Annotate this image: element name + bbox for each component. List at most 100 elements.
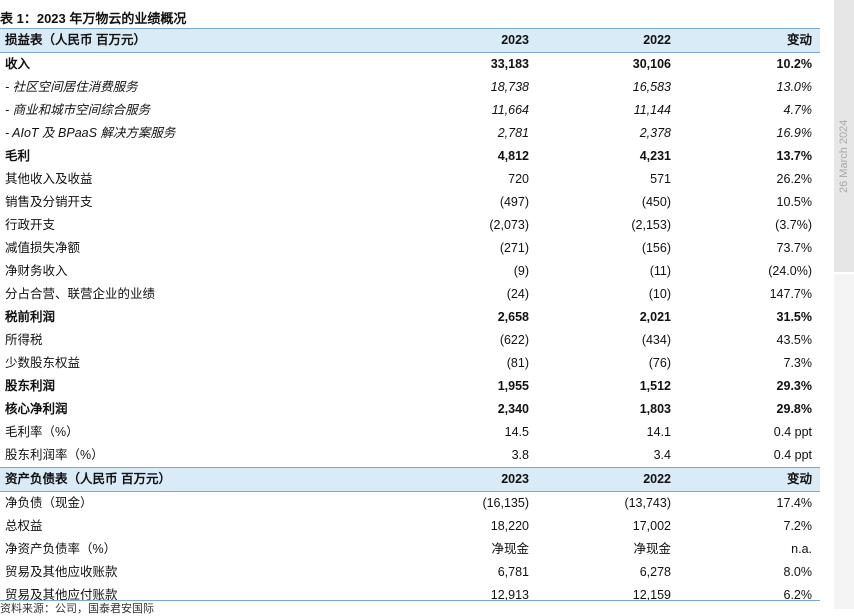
value-change: 29.3% <box>776 379 812 393</box>
value-change: 0.4 ppt <box>773 425 812 439</box>
table-row: 行政开支 (2,073) (2,153) (3.7%) <box>0 214 820 237</box>
row-label: 毛利 <box>5 149 31 163</box>
value-2023: 2,658 <box>497 310 529 324</box>
row-label: 税前利润 <box>5 310 56 324</box>
row-label: - 商业和城市空间综合服务 <box>5 103 151 117</box>
value-2022: 6,278 <box>639 565 671 579</box>
source-note: 资料来源：公司，国泰君安国际 <box>0 603 154 615</box>
value-2023: 14.5 <box>504 425 529 439</box>
income-header-row: 损益表（人民币 百万元） 2023 2022 变动 <box>0 28 820 53</box>
value-2022: 1,512 <box>639 379 671 393</box>
row-label: 其他收入及收益 <box>5 172 93 186</box>
side-panel-lower <box>834 272 854 609</box>
value-2022: 净现金 <box>633 542 671 556</box>
value-change: 29.8% <box>776 402 812 416</box>
table-row: 核心净利润 2,340 1,803 29.8% <box>0 398 820 421</box>
value-2023: 1,955 <box>497 379 529 393</box>
row-label: - AIoT 及 BPaaS 解决方案服务 <box>5 126 176 140</box>
value-change: 4.7% <box>783 103 813 117</box>
table-row: 股东利润率（%） 3.8 3.4 0.4 ppt <box>0 444 820 467</box>
results-table: 损益表（人民币 百万元） 2023 2022 变动 收入 33,183 30,106… <box>0 28 820 607</box>
value-2023: 720 <box>508 172 529 186</box>
value-2023: 18,220 <box>490 519 529 533</box>
balance-header-2023: 2023 <box>501 472 529 486</box>
value-2023: (16,135) <box>482 496 529 510</box>
value-change: 31.5% <box>776 310 812 324</box>
table-row: 分占合营、联营企业的业绩 (24) (10) 147.7% <box>0 283 820 306</box>
row-label: 股东利润率（%） <box>5 448 104 462</box>
value-2023: 6,781 <box>497 565 529 579</box>
income-body: 收入 33,183 30,106 10.2% - 社区空间居住消费服务 18,738 16,… <box>0 53 820 467</box>
value-change: 17.4% <box>776 496 812 510</box>
table-row: 毛利率（%） 14.5 14.1 0.4 ppt <box>0 421 820 444</box>
value-2023: 12,913 <box>490 588 529 602</box>
income-header-label: 损益表（人民币 百万元） <box>5 33 146 47</box>
value-2022: (434) <box>641 333 671 347</box>
value-change: 7.3% <box>783 356 813 370</box>
row-label: - 社区空间居住消费服务 <box>5 80 138 94</box>
value-2023: 2,340 <box>497 402 529 416</box>
value-2022: 2,378 <box>639 126 671 140</box>
value-2022: 16,583 <box>632 80 671 94</box>
value-2022: (13,743) <box>624 496 671 510</box>
value-2023: 4,812 <box>497 149 529 163</box>
balance-header-2022: 2022 <box>643 472 671 486</box>
table-row: 税前利润 2,658 2,021 31.5% <box>0 306 820 329</box>
side-date: 26 March 2024 <box>838 119 850 193</box>
value-change: 13.0% <box>776 80 812 94</box>
value-2022: 30,106 <box>632 57 671 71</box>
row-label: 贸易及其他应收账款 <box>5 565 118 579</box>
value-change: 147.7% <box>769 287 812 301</box>
value-2023: 33,183 <box>490 57 529 71</box>
row-label: 毛利率（%） <box>5 425 79 439</box>
row-label: 少数股东权益 <box>5 356 81 370</box>
row-label: 净财务收入 <box>5 264 68 278</box>
value-2023: (9) <box>513 264 529 278</box>
value-2023: (2,073) <box>489 218 529 232</box>
value-2022: (76) <box>648 356 671 370</box>
value-2022: 12,159 <box>632 588 671 602</box>
table-row: 股东利润 1,955 1,512 29.3% <box>0 375 820 398</box>
row-label: 分占合营、联营企业的业绩 <box>5 287 156 301</box>
table-row: 净财务收入 (9) (11) (24.0%) <box>0 260 820 283</box>
table-row: - 社区空间居住消费服务 18,738 16,583 13.0% <box>0 76 820 99</box>
value-2022: (11) <box>649 264 671 278</box>
value-2022: (450) <box>641 195 671 209</box>
value-change: 0.4 ppt <box>773 448 812 462</box>
table-row: 其他收入及收益 720 571 26.2% <box>0 168 820 191</box>
table-row: 销售及分销开支 (497) (450) 10.5% <box>0 191 820 214</box>
value-2023: 11,664 <box>491 103 529 117</box>
table-row: 贸易及其他应收账款 6,781 6,278 8.0% <box>0 561 820 584</box>
balance-header-row: 资产负债表（人民币 百万元） 2023 2022 变动 <box>0 467 820 492</box>
row-label: 股东利润 <box>5 379 56 393</box>
value-2022: 571 <box>650 172 671 186</box>
value-2023: (81) <box>506 356 529 370</box>
value-2023: 3.8 <box>511 448 529 462</box>
value-2023: 18,738 <box>490 80 529 94</box>
value-2023: (24) <box>506 287 529 301</box>
value-change: 7.2% <box>783 519 813 533</box>
row-label: 行政开支 <box>5 218 56 232</box>
value-change: 8.0% <box>783 565 813 579</box>
table-row: - AIoT 及 BPaaS 解决方案服务 2,781 2,378 16.9% <box>0 122 820 145</box>
value-2023: (622) <box>499 333 529 347</box>
table-title: 表 1：2023 年万物云的业绩概况 <box>0 11 187 26</box>
row-label: 所得税 <box>5 333 43 347</box>
table-row: 减值损失净额 (271) (156) 73.7% <box>0 237 820 260</box>
value-change: 43.5% <box>776 333 812 347</box>
value-2022: (2,153) <box>631 218 671 232</box>
value-2022: 14.1 <box>646 425 671 439</box>
table-row: 收入 33,183 30,106 10.2% <box>0 53 820 76</box>
row-label: 净资产负债率（%） <box>5 542 117 556</box>
table-row: - 商业和城市空间综合服务 11,664 11,144 4.7% <box>0 99 820 122</box>
value-2022: (10) <box>648 287 671 301</box>
value-change: 26.2% <box>776 172 812 186</box>
row-label: 净负债（现金） <box>5 496 93 510</box>
value-change: (3.7%) <box>775 218 812 232</box>
value-change: 73.7% <box>776 241 812 255</box>
value-2022: 2,021 <box>639 310 671 324</box>
value-2022: 3.4 <box>653 448 671 462</box>
value-2022: 1,803 <box>639 402 671 416</box>
table-row: 总权益 18,220 17,002 7.2% <box>0 515 820 538</box>
row-label: 总权益 <box>5 519 43 533</box>
